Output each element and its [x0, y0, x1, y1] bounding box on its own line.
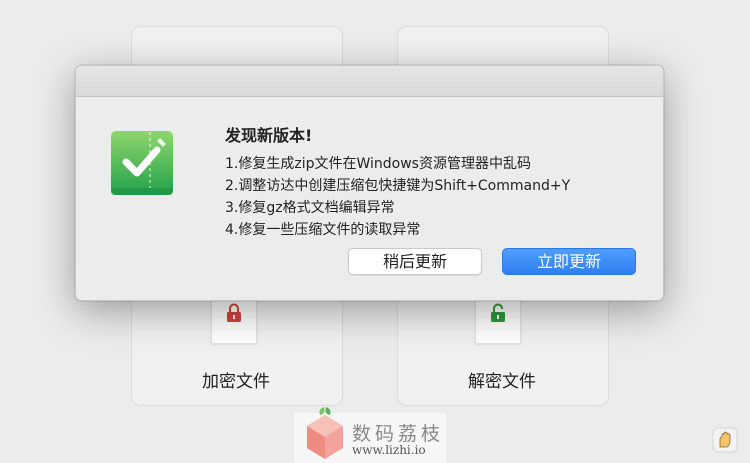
dialog-title: 发现新版本!: [225, 126, 313, 145]
release-note: 2.调整访达中创建压缩包快捷键为Shift+Command+Y: [225, 178, 571, 194]
lychee-logo-icon: [307, 407, 343, 459]
hand-cursor-icon: [712, 427, 738, 453]
lock-open-icon: [491, 303, 505, 322]
watermark: 数码荔枝 www.lizhi.io: [294, 405, 446, 463]
release-notes: 1.修复生成zip文件在Windows资源管理器中乱码 2.调整访达中创建压缩包…: [225, 153, 570, 241]
update-later-button[interactable]: 稍后更新: [348, 248, 482, 275]
update-now-button[interactable]: 立即更新: [502, 248, 636, 275]
update-dialog: 发现新版本! 1.修复生成zip文件在Windows资源管理器中乱码 2.调整访…: [75, 65, 664, 301]
release-note: 4.修复一些压缩文件的读取异常: [225, 222, 421, 238]
watermark-chinese-text: 数码荔枝: [352, 423, 445, 445]
dialog-titlebar[interactable]: [76, 66, 663, 97]
app-archive-icon: [111, 131, 173, 195]
lock-closed-icon: [227, 303, 241, 322]
release-note: 1.修复生成zip文件在Windows资源管理器中乱码: [225, 156, 531, 172]
decrypt-file-label: 解密文件: [468, 372, 536, 392]
encrypt-file-label: 加密文件: [202, 372, 270, 392]
watermark-url: www.lizhi.io: [352, 443, 426, 457]
release-note: 3.修复gz格式文档编辑异常: [225, 200, 395, 216]
